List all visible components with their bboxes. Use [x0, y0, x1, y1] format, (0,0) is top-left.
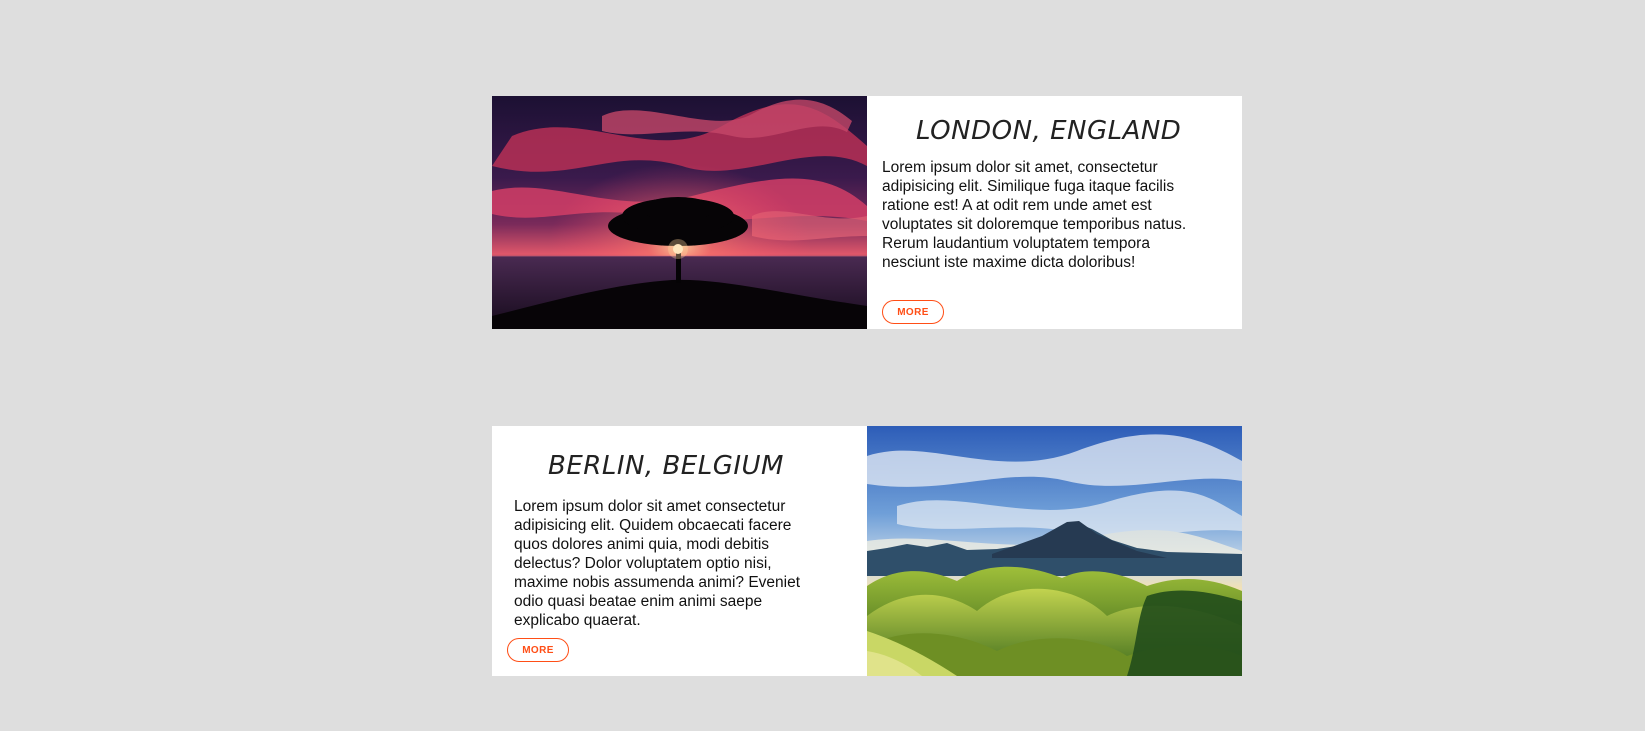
card-content: LONDON, ENGLAND Lorem ipsum dolor sit am…	[867, 96, 1242, 329]
card-description: Lorem ipsum dolor sit amet, consectetur …	[882, 159, 1187, 271]
more-button[interactable]: MORE	[882, 300, 944, 324]
card-description: Lorem ipsum dolor sit amet consectetur a…	[514, 498, 801, 629]
more-button[interactable]: MORE	[507, 638, 569, 662]
destination-card-london: LONDON, ENGLAND Lorem ipsum dolor sit am…	[492, 96, 1242, 329]
destination-card-berlin: BERLIN, BELGIUM Lorem ipsum dolor sit am…	[492, 426, 1242, 676]
card-content: BERLIN, BELGIUM Lorem ipsum dolor sit am…	[492, 426, 867, 676]
sunset-tree-image	[492, 96, 867, 329]
card-title: LONDON, ENGLAND	[916, 116, 1182, 146]
card-title: BERLIN, BELGIUM	[548, 451, 784, 481]
green-hills-image	[867, 426, 1242, 676]
